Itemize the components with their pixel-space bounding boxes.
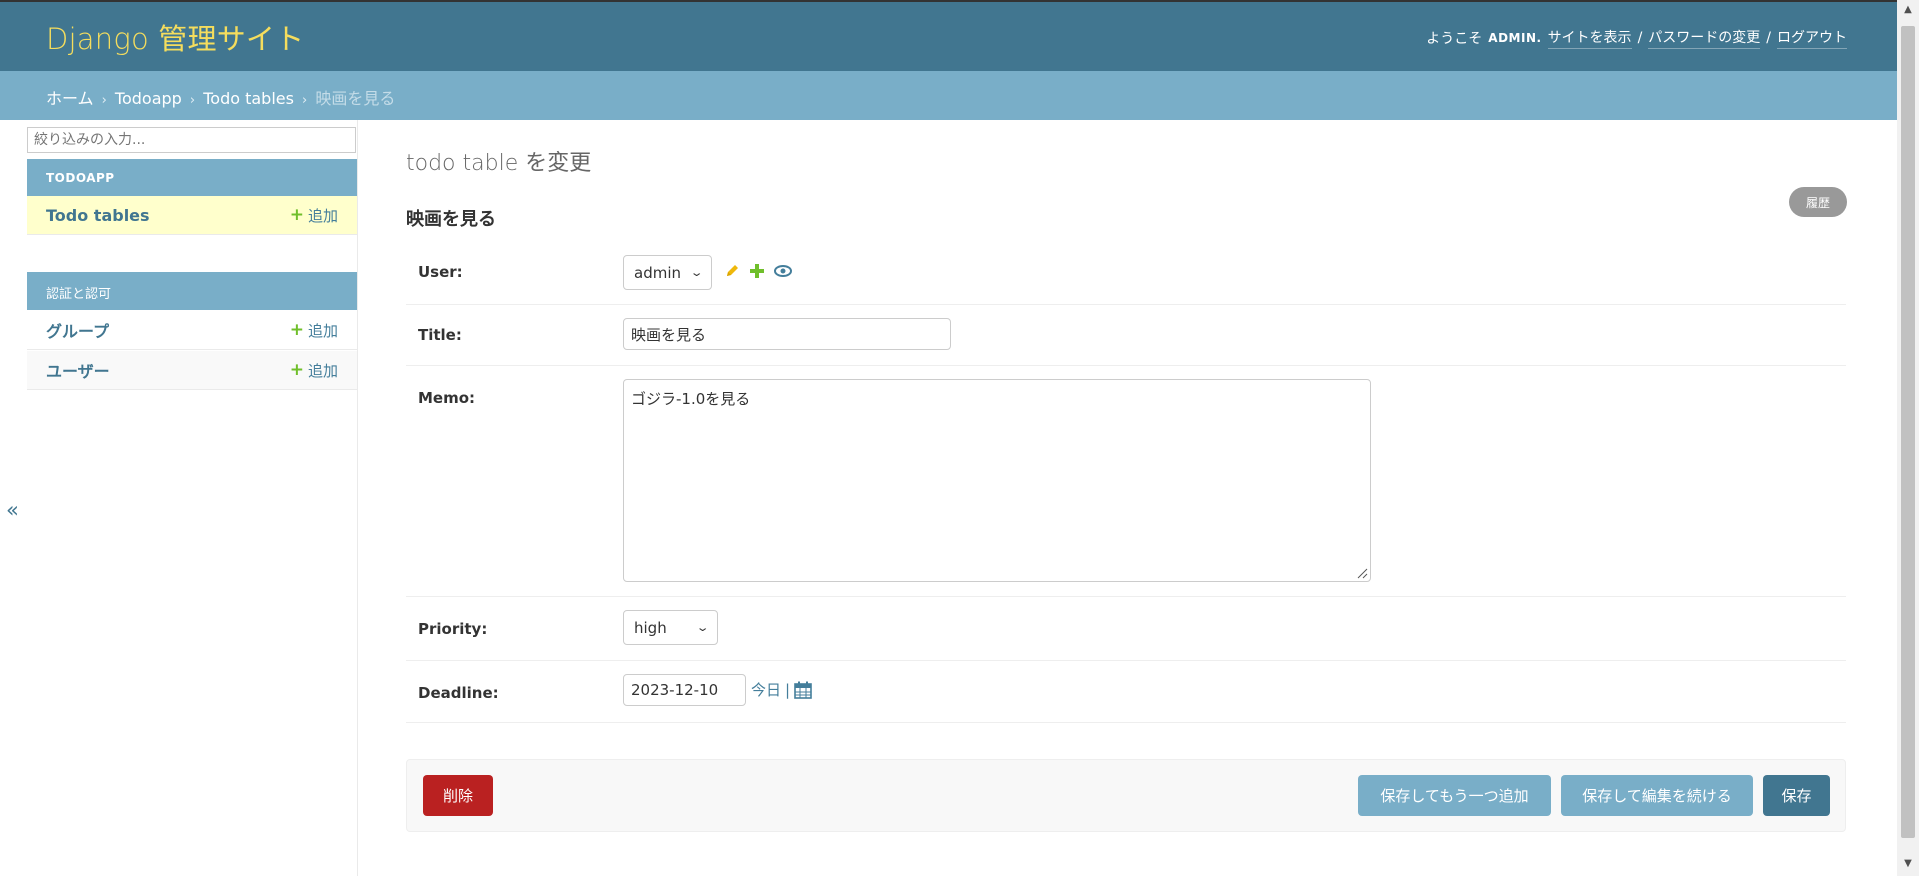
pencil-icon[interactable] <box>724 263 740 279</box>
add-group-link[interactable]: + 追加 <box>290 320 338 341</box>
sidebar-item-todo-tables[interactable]: Todo tables + 追加 <box>27 196 357 235</box>
form-row-title <box>406 305 1846 366</box>
priority-select[interactable]: high ⌄ <box>623 610 718 645</box>
breadcrumb-separator: › <box>189 93 196 108</box>
form-row-priority <box>406 597 1846 661</box>
priority-label: Priority: <box>418 620 488 638</box>
view-site-link[interactable]: サイトを表示 <box>1547 27 1632 49</box>
form-row-deadline <box>406 661 1846 723</box>
separator: / <box>1766 30 1771 46</box>
breadcrumb-separator: › <box>302 93 308 108</box>
toggle-sidebar-button[interactable]: « <box>6 498 19 522</box>
breadcrumb: ホーム › Todoapp › Todo tables › 映画を見る <box>0 71 1897 120</box>
change-password-link[interactable]: パスワードの変更 <box>1648 27 1761 49</box>
page-title: todo table を変更 <box>406 151 592 176</box>
nav-filter-input[interactable] <box>27 127 356 153</box>
add-label: 追加 <box>307 361 338 380</box>
form-row-user <box>406 242 1846 305</box>
breadcrumb-todo-tables[interactable]: Todo tables <box>203 89 294 108</box>
calendar-icon[interactable] <box>794 681 812 699</box>
save-and-add-another-button[interactable]: 保存してもう一つ追加 <box>1358 775 1551 816</box>
history-button[interactable]: 履歴 <box>1789 187 1847 217</box>
submit-row: 削除 保存してもう一つ追加 保存して編集を続ける 保存 <box>406 759 1846 832</box>
breadcrumb-current: 映画を見る <box>315 89 396 108</box>
sidebar-item-label[interactable]: グループ <box>46 318 109 342</box>
sidebar-item-groups[interactable]: グループ + 追加 <box>27 311 357 350</box>
breadcrumb-separator: › <box>101 93 107 108</box>
breadcrumb-home[interactable]: ホーム <box>46 89 94 108</box>
shortcut-divider: | <box>785 680 791 699</box>
date-shortcuts: 今日 | <box>751 679 812 700</box>
memo-label: Memo: <box>418 389 476 407</box>
priority-select-value: high <box>634 618 667 637</box>
memo-textarea[interactable]: ゴジラ-1.0を見る <box>623 379 1371 582</box>
header: Django 管理サイト ようこそ ADMIN. サイトを表示 / パスワードの… <box>0 2 1897 71</box>
deadline-label: Deadline: <box>418 684 499 702</box>
scrollbar[interactable]: ▲ ▼ <box>1897 0 1919 876</box>
resize-handle-icon[interactable] <box>1356 567 1368 579</box>
eye-icon[interactable] <box>774 264 792 278</box>
add-todo-table-link[interactable]: + 追加 <box>290 205 338 226</box>
plus-icon: + <box>289 360 304 380</box>
logout-link[interactable]: ログアウト <box>1777 27 1847 49</box>
separator: / <box>1637 30 1643 46</box>
object-title: 映画を見る <box>406 209 496 230</box>
welcome-text: ようこそ <box>1426 31 1483 47</box>
sidebar-item-label[interactable]: ユーザー <box>46 358 110 382</box>
user-select[interactable]: admin ⌄ <box>623 255 712 290</box>
delete-button[interactable]: 削除 <box>423 775 493 816</box>
chevron-down-icon: ⌄ <box>695 621 710 634</box>
module-caption-todoapp[interactable]: TODOAPP <box>27 159 357 197</box>
related-widget-icons <box>724 263 792 279</box>
scroll-thumb[interactable] <box>1901 26 1915 838</box>
save-button[interactable]: 保存 <box>1763 775 1830 816</box>
add-user-link[interactable]: + 追加 <box>290 360 338 381</box>
title-input[interactable]: 映画を見る <box>623 318 951 350</box>
memo-text: ゴジラ-1.0を見る <box>631 390 751 408</box>
scroll-down-icon[interactable]: ▼ <box>1897 858 1919 876</box>
username-text: ADMIN <box>1488 31 1537 45</box>
scroll-up-icon[interactable]: ▲ <box>1897 4 1919 22</box>
username: ADMIN. <box>1488 31 1541 45</box>
user-label: User: <box>418 263 463 281</box>
breadcrumb-todoapp[interactable]: Todoapp <box>115 89 182 108</box>
deadline-input[interactable]: 2023-12-10 <box>623 674 746 706</box>
plus-icon: + <box>289 205 304 225</box>
add-label: 追加 <box>307 321 338 340</box>
plus-icon[interactable] <box>750 264 764 278</box>
chevron-down-icon: ⌄ <box>689 266 704 279</box>
sidebar-item-label[interactable]: Todo tables <box>46 206 150 225</box>
module-caption-auth[interactable]: 認証と認可 <box>27 272 357 310</box>
plus-icon: + <box>289 320 304 340</box>
title-label: Title: <box>418 326 462 344</box>
user-select-value: admin <box>634 263 681 282</box>
save-and-continue-button[interactable]: 保存して編集を続ける <box>1561 775 1753 816</box>
site-name[interactable]: Django 管理サイト <box>46 16 304 58</box>
today-link[interactable]: 今日 <box>751 679 781 700</box>
user-tools: ようこそ ADMIN. サイトを表示 / パスワードの変更 / ログアウト <box>1426 27 1847 49</box>
sidebar-item-users[interactable]: ユーザー + 追加 <box>27 351 357 390</box>
add-label: 追加 <box>307 206 338 225</box>
username-suffix: . <box>1536 31 1542 45</box>
